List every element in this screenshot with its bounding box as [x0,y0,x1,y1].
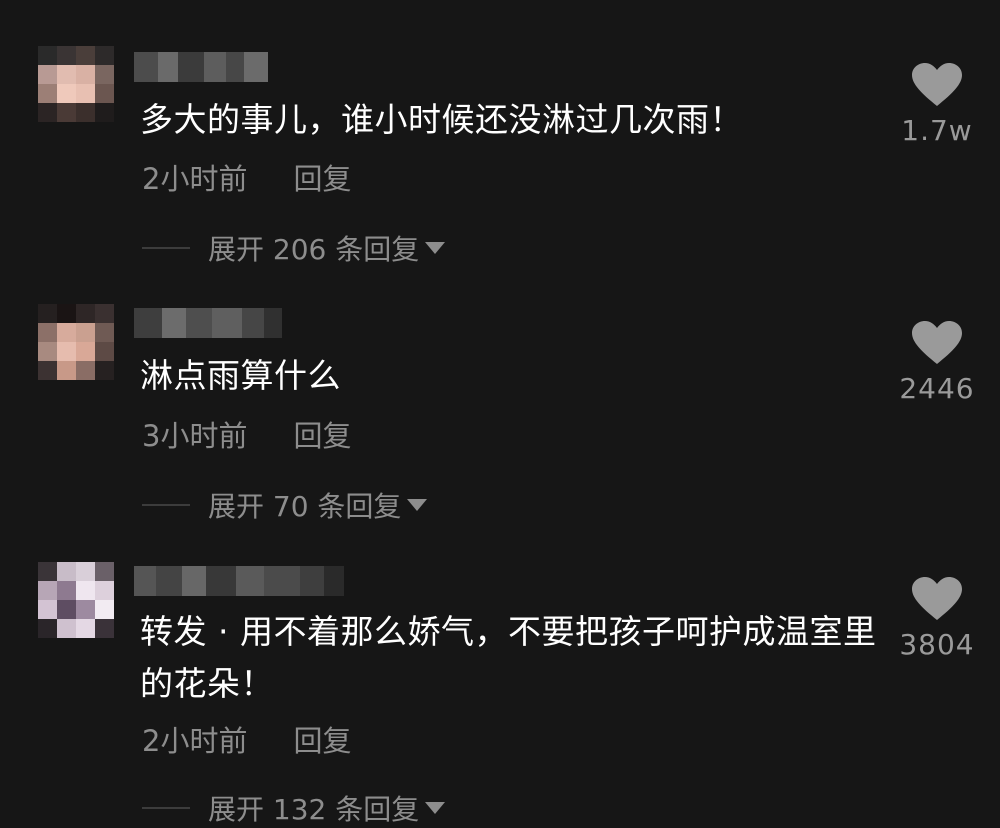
expand-replies-label: 展开 206 条回复 [208,233,420,266]
comment-time: 3小时前 [142,419,248,453]
divider-dash [142,247,190,249]
divider-dash [142,504,190,506]
comment-meta: 2小时前 回复 [142,156,351,198]
expand-replies-button[interactable]: 展开 70 条回复 [142,485,428,525]
like-count: 2446 [899,372,975,405]
divider-dash [142,807,190,809]
expand-replies-label: 展开 70 条回复 [208,490,402,523]
username-blurred[interactable] [134,308,282,338]
heart-icon [912,63,962,106]
expand-replies-label: 展开 132 条回复 [208,793,420,826]
like-button[interactable]: 3804 [882,576,992,661]
username-blurred[interactable] [134,566,344,596]
like-count: 1.7w [901,114,973,147]
comment-text: 多大的事儿，谁小时候还没淋过几次雨！ [140,100,743,139]
comment-text: 转发 · 用不着那么娇气，不要把孩子呵护成温室里的花朵！ [140,612,877,703]
chevron-down-icon [425,802,446,814]
like-button[interactable]: 1.7w [882,62,992,147]
username-blurred[interactable] [134,52,268,82]
comment-time: 2小时前 [142,162,248,196]
like-count: 3804 [899,628,975,661]
expand-replies-button[interactable]: 展开 132 条回复 [142,788,446,828]
comment-time: 2小时前 [142,724,248,758]
comment-meta: 3小时前 回复 [142,413,351,455]
avatar[interactable] [38,562,114,638]
comment-text: 淋点雨算什么 [140,356,341,395]
reply-button[interactable]: 回复 [293,156,351,198]
avatar[interactable] [38,304,114,380]
heart-icon [912,321,962,364]
comment-meta: 2小时前 回复 [142,718,351,760]
reply-button[interactable]: 回复 [293,413,351,455]
chevron-down-icon [407,499,428,511]
like-button[interactable]: 2446 [882,320,992,405]
avatar[interactable] [38,46,114,122]
heart-icon [912,577,962,620]
chevron-down-icon [425,242,446,254]
expand-replies-button[interactable]: 展开 206 条回复 [142,228,446,268]
reply-button[interactable]: 回复 [293,718,351,760]
